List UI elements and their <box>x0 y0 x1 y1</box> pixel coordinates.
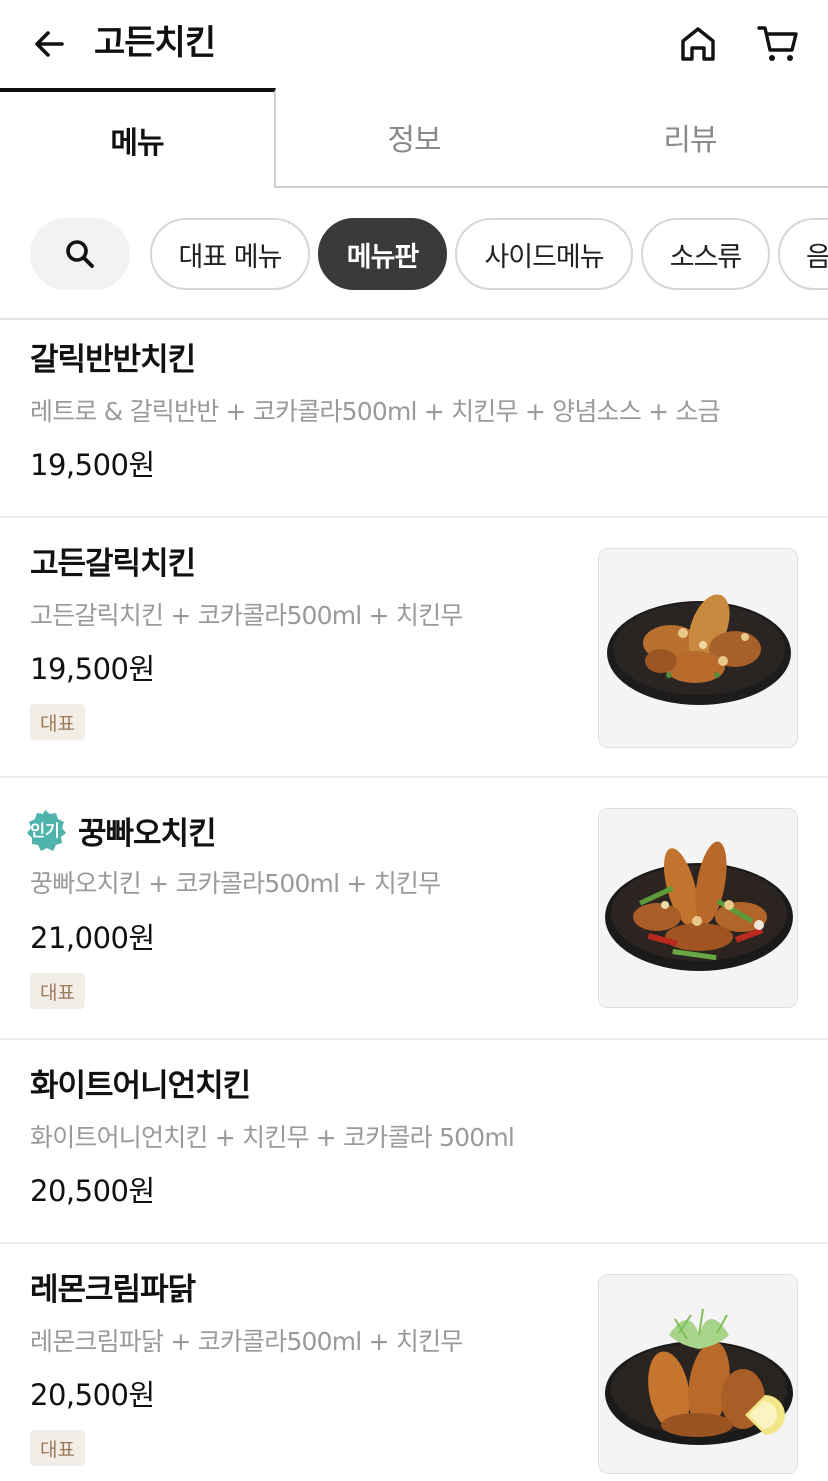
chip-side-menu[interactable]: 사이드메뉴 <box>455 218 633 290</box>
menu-item-desc: 레몬크림파닭 + 코카콜라500ml + 치킨무 <box>30 1327 463 1356</box>
menu-item-name: 꿍빠오치킨 <box>78 816 217 852</box>
menu-item-desc: 고든갈릭치킨 + 코카콜라500ml + 치킨무 <box>30 601 463 630</box>
cart-button[interactable] <box>756 22 800 66</box>
popular-badge-label: 인기 <box>30 821 60 840</box>
home-icon <box>681 27 715 61</box>
menu-item[interactable]: 갈릭반반치킨 레트로 & 갈릭반반 + 코카콜라500ml + 치킨무 + 양념… <box>0 320 828 518</box>
menu-item-desc: 꿍빠오치킨 + 코카콜라500ml + 치킨무 <box>30 869 441 898</box>
menu-item-price: 19,500원 <box>30 448 155 482</box>
menu-item-image <box>598 548 798 748</box>
search-icon <box>66 240 94 268</box>
arrow-left-icon <box>35 31 64 57</box>
signature-tag: 대표 <box>30 704 85 740</box>
signature-tag: 대표 <box>30 1430 85 1466</box>
app-header: 고든치킨 <box>0 0 828 88</box>
menu-item[interactable]: 화이트어니언치킨 화이트어니언치킨 + 치킨무 + 코카콜라 500ml 20,… <box>0 1040 828 1244</box>
menu-item-price: 21,000원 <box>30 921 155 955</box>
chip-sauces[interactable]: 소스류 <box>641 218 770 290</box>
tab-menu[interactable]: 메뉴 <box>0 88 276 188</box>
back-button[interactable] <box>30 22 70 66</box>
store-title: 고든치킨 <box>94 23 216 63</box>
menu-item-name: 레몬크림파닭 <box>30 1272 196 1308</box>
menu-item-name: 갈릭반반치킨 <box>30 342 196 378</box>
menu-item[interactable]: 레몬크림파닭 레몬크림파닭 + 코카콜라500ml + 치킨무 20,500원 … <box>0 1244 828 1481</box>
home-button[interactable] <box>676 22 720 66</box>
tab-review[interactable]: 리뷰 <box>552 88 828 188</box>
menu-item-desc: 레트로 & 갈릭반반 + 코카콜라500ml + 치킨무 + 양념소스 + 소금 <box>30 397 721 426</box>
menu-search-button[interactable] <box>30 218 130 290</box>
tab-info[interactable]: 정보 <box>276 88 552 188</box>
menu-item-price: 19,500원 <box>30 652 155 686</box>
cart-icon <box>757 26 798 61</box>
menu-item-name: 고든갈릭치킨 <box>30 546 196 582</box>
menu-item-price: 20,500원 <box>30 1378 155 1412</box>
popular-badge: 인기 <box>22 808 68 854</box>
menu-item-image <box>598 1274 798 1474</box>
signature-tag: 대표 <box>30 973 85 1009</box>
chip-drinks[interactable]: 음 <box>778 218 828 290</box>
menu-item-price: 20,500원 <box>30 1174 155 1208</box>
chip-signature-menu[interactable]: 대표 메뉴 <box>150 218 310 290</box>
store-tabs: 메뉴 정보 리뷰 <box>0 88 828 188</box>
menu-item-image <box>598 808 798 1008</box>
menu-item-name: 화이트어니언치킨 <box>30 1068 251 1104</box>
menu-item[interactable]: 고든갈릭치킨 고든갈릭치킨 + 코카콜라500ml + 치킨무 19,500원 … <box>0 518 828 778</box>
menu-item-desc: 화이트어니언치킨 + 치킨무 + 코카콜라 500ml <box>30 1123 515 1152</box>
chip-menu-board[interactable]: 메뉴판 <box>318 218 447 290</box>
category-chips: 대표 메뉴 메뉴판 사이드메뉴 소스류 음 <box>0 188 828 320</box>
menu-item[interactable]: 인기 꿍빠오치킨 꿍빠오치킨 + 코카콜라500ml + 치킨무 21,000원… <box>0 778 828 1040</box>
